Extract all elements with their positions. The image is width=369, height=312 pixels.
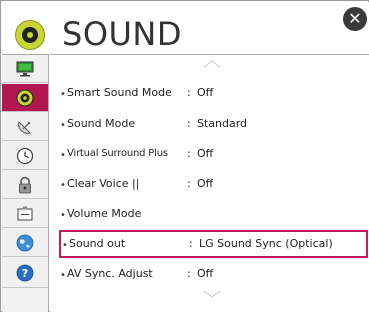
bullet: • [60,150,66,161]
bullet: • [60,120,66,131]
menu-item-label: Sound out [69,237,126,250]
sidebar-item-lock[interactable] [2,171,48,199]
menu-item-label: Virtual Surround Plus [67,148,168,159]
menu-item-virtual-surround-plus[interactable]: • Virtual Surround Plus : Off [50,140,369,168]
page-title: SOUND [62,15,182,53]
menu-item-volume-mode[interactable]: • Volume Mode [50,200,369,228]
menu-item-value: Standard [197,117,248,130]
menu-item-value: Off [197,86,214,99]
menu-item-value: Off [197,267,214,280]
globe-icon [16,234,34,252]
menu-item-value: Off [197,177,214,190]
menu-item-label: Volume Mode [67,207,142,220]
menu-list: • Smart Sound Mode : Off • Sound Mode : … [50,54,369,312]
separator: : [187,147,191,160]
menu-item-sound-mode[interactable]: • Sound Mode : Standard [50,110,369,138]
monitor-icon [16,61,34,77]
lock-icon [19,176,31,194]
sidebar-item-time[interactable] [2,142,48,170]
menu-item-clear-voice[interactable]: • Clear Voice || : Off [50,170,369,198]
clock-icon [16,147,34,165]
scroll-up-icon[interactable] [203,60,221,68]
header: SOUND ✕ [2,2,369,54]
sound-category-icon [15,20,45,50]
speaker-icon [16,89,34,107]
scroll-down-icon[interactable] [203,290,221,298]
sidebar-item-support[interactable]: ? [2,258,48,288]
sidebar-item-channels[interactable] [2,113,48,141]
bullet: • [60,210,66,221]
sidebar-item-option[interactable] [2,200,48,228]
svg-text:?: ? [22,267,28,280]
separator: : [187,177,191,190]
menu-item-sound-out[interactable]: • Sound out : LG Sound Sync (Optical) [59,230,368,258]
input-icon [17,206,33,221]
menu-item-label: Sound Mode [67,117,136,130]
menu-item-av-sync-adjust[interactable]: • AV Sync. Adjust : Off [50,260,369,288]
bullet: • [60,89,66,100]
menu-item-value: LG Sound Sync (Optical) [199,237,333,250]
sidebar-item-sound[interactable] [2,84,48,112]
menu-item-label: AV Sync. Adjust [67,267,153,280]
bullet: • [60,180,66,191]
sidebar-item-network[interactable] [2,229,48,257]
sidebar-item-picture[interactable] [2,55,48,83]
menu-item-value: Off [197,147,214,160]
separator: : [187,117,191,130]
menu-item-smart-sound-mode[interactable]: • Smart Sound Mode : Off [50,79,369,107]
menu-item-label: Clear Voice || [67,177,140,190]
separator: : [187,86,191,99]
separator: : [187,267,191,280]
menu-item-label: Smart Sound Mode [67,86,172,99]
bullet: • [62,240,68,251]
bullet: • [60,270,66,281]
satellite-dish-icon [18,121,31,134]
help-icon: ? [16,264,34,282]
close-button[interactable]: ✕ [343,7,367,31]
sidebar: ? [2,54,49,312]
settings-window: SOUND ✕ ? • Smart Sound Mode: Off • Sou… [0,0,369,312]
separator: : [189,237,193,250]
